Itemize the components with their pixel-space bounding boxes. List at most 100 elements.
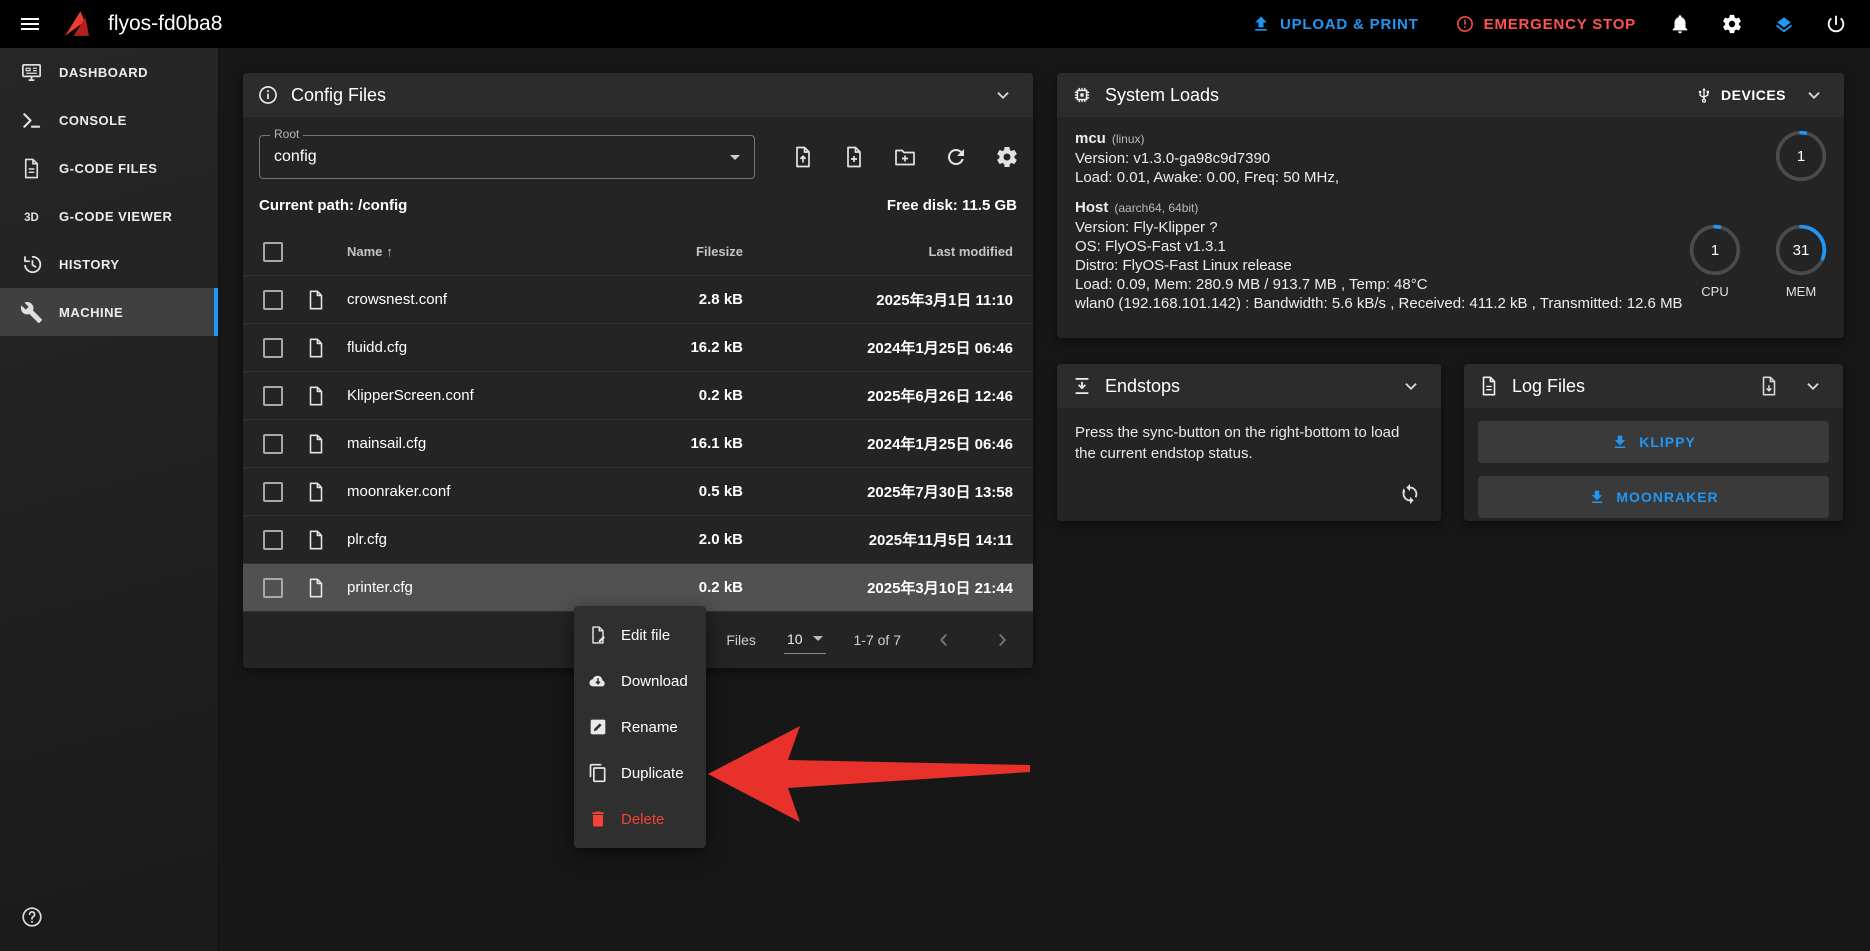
collapse-button[interactable]: [987, 79, 1019, 111]
row-checkbox[interactable]: [263, 530, 283, 550]
collapse-button[interactable]: [1798, 79, 1830, 111]
root-select-label: Root: [270, 127, 303, 141]
refresh-button[interactable]: [934, 135, 978, 179]
table-row[interactable]: plr.cfg 2.0 kB 2025年11月5日 14:11: [243, 516, 1033, 564]
row-checkbox[interactable]: [263, 482, 283, 502]
help-button[interactable]: [10, 895, 54, 939]
context-menu-download[interactable]: Download: [574, 658, 706, 704]
root-select-value: config: [274, 148, 317, 166]
column-filesize[interactable]: Filesize: [593, 244, 743, 259]
endstops-header: Endstops: [1057, 364, 1441, 408]
file-icon: [305, 529, 327, 551]
cpu-gauge-label: CPU: [1688, 282, 1742, 301]
file-icon: [305, 289, 327, 311]
sidebar-item-gcode-viewer[interactable]: 3D G-CODE VIEWER: [0, 192, 218, 240]
moonraker-log-button[interactable]: MOONRAKER: [1478, 476, 1829, 518]
sidebar-item-dashboard[interactable]: DASHBOARD: [0, 48, 218, 96]
per-page-select[interactable]: 10: [784, 627, 826, 654]
row-checkbox[interactable]: [263, 578, 283, 598]
download-icon: [1611, 433, 1629, 451]
file-icon: [305, 433, 327, 455]
next-page-button[interactable]: [987, 625, 1017, 655]
settings-button[interactable]: [1710, 2, 1754, 46]
sidebar-item-machine[interactable]: MACHINE: [0, 288, 218, 336]
sidebar-item-console[interactable]: CONSOLE: [0, 96, 218, 144]
rename-icon: [588, 717, 608, 737]
chevron-down-icon: [1400, 375, 1422, 397]
toolbar-buttons: [781, 135, 1029, 179]
sidebar-item-label: MACHINE: [59, 305, 123, 320]
table-header: Name↑ Filesize Last modified: [243, 228, 1033, 276]
free-disk: Free disk: 11.5 GB: [887, 197, 1017, 214]
system-loads-header: System Loads DEVICES: [1057, 73, 1844, 117]
klippy-log-button[interactable]: KLIPPY: [1478, 421, 1829, 463]
create-folder-button[interactable]: [883, 135, 927, 179]
file-size: 0.2 kB: [593, 387, 743, 404]
instances-button[interactable]: [1762, 2, 1806, 46]
menu-button[interactable]: [8, 2, 52, 46]
emergency-stop-label: EMERGENCY STOP: [1484, 16, 1636, 33]
table-row[interactable]: KlipperScreen.conf 0.2 kB 2025年6月26日 12:…: [243, 372, 1033, 420]
row-checkbox[interactable]: [263, 434, 283, 454]
table-row[interactable]: moonraker.conf 0.5 kB 2025年7月30日 13:58: [243, 468, 1033, 516]
files-settings-button[interactable]: [985, 135, 1029, 179]
row-checkbox[interactable]: [263, 338, 283, 358]
help-icon: [20, 905, 44, 929]
context-menu-rename[interactable]: Rename: [574, 704, 706, 750]
power-icon: [1825, 13, 1847, 35]
emergency-stop-button[interactable]: EMERGENCY STOP: [1441, 2, 1650, 46]
row-checkbox[interactable]: [263, 290, 283, 310]
context-menu-edit-file[interactable]: Edit file: [574, 612, 706, 658]
mcu-meta: (linux): [1112, 132, 1145, 146]
row-checkbox[interactable]: [263, 386, 283, 406]
host-meta: (aarch64, 64bit): [1114, 201, 1198, 215]
file-plus-icon: [842, 145, 866, 169]
hamburger-icon: [18, 12, 42, 36]
select-all-checkbox[interactable]: [263, 242, 283, 262]
file-modified: 2025年6月26日 12:46: [743, 385, 1033, 406]
file-icon: [305, 385, 327, 407]
log-files-body: KLIPPY MOONRAKER: [1464, 408, 1843, 531]
power-button[interactable]: [1814, 2, 1858, 46]
sidebar-item-gcode-files[interactable]: G-CODE FILES: [0, 144, 218, 192]
sync-endstops-button[interactable]: [1391, 475, 1429, 513]
file-icon: [305, 577, 327, 599]
collapse-button[interactable]: [1395, 370, 1427, 402]
prev-page-button[interactable]: [929, 625, 959, 655]
file-size: 2.0 kB: [593, 531, 743, 548]
moonraker-log-label: MOONRAKER: [1616, 489, 1718, 505]
root-select[interactable]: Root config: [259, 135, 755, 179]
sidebar-item-history[interactable]: HISTORY: [0, 240, 218, 288]
column-last-modified[interactable]: Last modified: [743, 244, 1033, 259]
download-logs-button[interactable]: [1753, 370, 1785, 402]
system-loads-panel: System Loads DEVICES mcu(linux) Version:…: [1057, 73, 1844, 338]
create-file-button[interactable]: [832, 135, 876, 179]
table-row[interactable]: mainsail.cfg 16.1 kB 2024年1月25日 06:46: [243, 420, 1033, 468]
table-row[interactable]: crowsnest.conf 2.8 kB 2025年3月1日 11:10: [243, 276, 1033, 324]
column-name[interactable]: Name↑: [347, 244, 593, 259]
chevron-left-icon: [933, 629, 955, 651]
gauge-value: 1: [1688, 223, 1742, 277]
panel-title: Config Files: [291, 85, 386, 106]
context-menu-delete[interactable]: Delete: [574, 796, 706, 842]
table-row-selected[interactable]: printer.cfg 0.2 kB 2025年3月10日 21:44: [243, 564, 1033, 612]
mcu-load: Load: 0.01, Awake: 0.00, Freq: 50 MHz,: [1075, 168, 1826, 187]
endstops-panel: Endstops Press the sync-button on the ri…: [1057, 364, 1441, 521]
sync-icon: [1399, 483, 1421, 505]
upload-file-button[interactable]: [781, 135, 825, 179]
file-name: printer.cfg: [347, 579, 593, 596]
notifications-button[interactable]: [1658, 2, 1702, 46]
table-row[interactable]: fluidd.cfg 16.2 kB 2024年1月25日 06:46: [243, 324, 1033, 372]
config-files-panel: Config Files Root config Current path: /…: [243, 73, 1033, 668]
mcu-block: mcu(linux) Version: v1.3.0-ga98c9d7390 L…: [1075, 129, 1826, 187]
log-files-panel: Log Files KLIPPY MOONRAKER: [1464, 364, 1843, 521]
alert-circle-icon: [1455, 14, 1475, 34]
devices-button[interactable]: DEVICES: [1695, 86, 1786, 104]
context-menu-duplicate[interactable]: Duplicate: [574, 750, 706, 796]
range-label: 1-7 of 7: [854, 632, 901, 648]
collapse-button[interactable]: [1797, 370, 1829, 402]
upload-print-button[interactable]: UPLOAD & PRINT: [1237, 2, 1433, 46]
svg-text:3D: 3D: [24, 211, 39, 223]
panel-title: Log Files: [1512, 376, 1585, 397]
active-indicator: [214, 288, 218, 336]
